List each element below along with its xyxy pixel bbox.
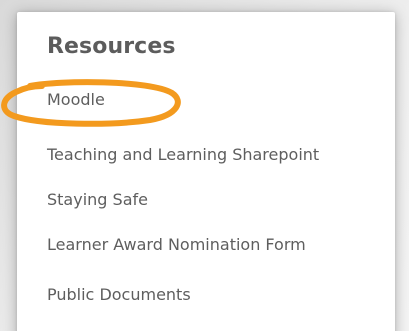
list-item: Teaching and Learning Sharepoint <box>47 145 319 165</box>
staying-safe-link[interactable]: Staying Safe <box>47 190 148 209</box>
list-item: Learner Award Nomination Form <box>47 235 306 255</box>
resources-panel: Resources Moodle Teaching and Learning S… <box>17 12 395 331</box>
list-item: Moodle <box>47 90 105 110</box>
resources-heading: Resources <box>47 34 176 59</box>
public-documents-link[interactable]: Public Documents <box>47 285 191 304</box>
learner-award-nomination-form-link[interactable]: Learner Award Nomination Form <box>47 235 306 254</box>
moodle-link[interactable]: Moodle <box>47 90 105 109</box>
list-item: Staying Safe <box>47 190 148 210</box>
teaching-learning-sharepoint-link[interactable]: Teaching and Learning Sharepoint <box>47 145 319 164</box>
list-item: Public Documents <box>47 285 191 305</box>
